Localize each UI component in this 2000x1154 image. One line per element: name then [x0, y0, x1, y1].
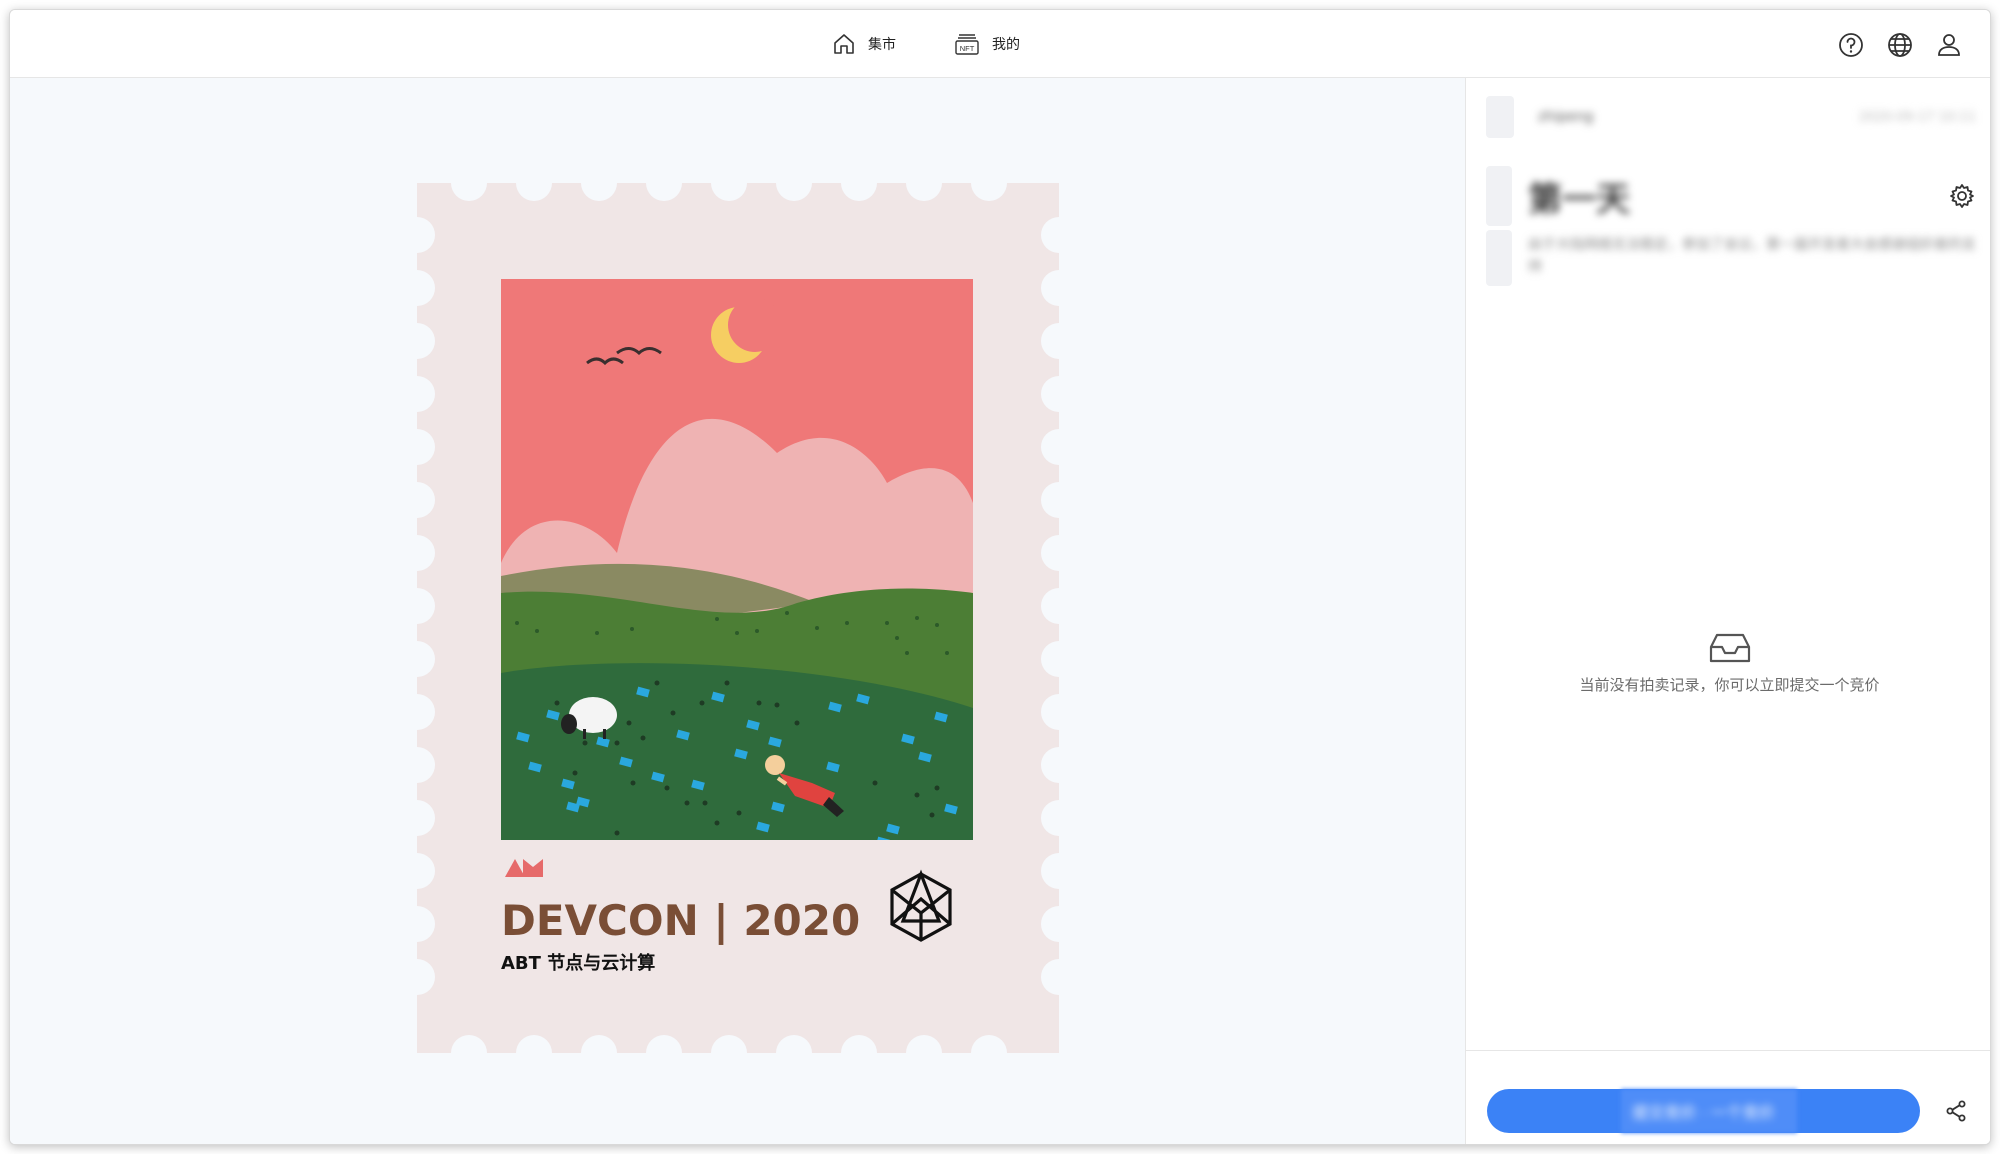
- help-icon[interactable]: [1837, 31, 1865, 59]
- sidebar-footer: 提交竞价 · 一个竞价: [1466, 1050, 1990, 1144]
- top-navigation-bar: 集市 NFT 我的: [10, 10, 1990, 78]
- artwork-subtitle: ABT 节点与云计算: [501, 952, 655, 974]
- place-bid-button[interactable]: 提交竞价 · 一个竞价: [1487, 1089, 1920, 1133]
- artwork-title: DEVCON | 2020: [501, 896, 860, 945]
- description-accent-bar: [1486, 230, 1512, 286]
- nft-title: 第一天: [1528, 179, 1630, 220]
- nav-mine-label: 我的: [992, 37, 1020, 53]
- home-icon: [834, 34, 854, 54]
- artwork-panel: AM DEVCON | 2020 ABT 节点与云计算: [10, 78, 1465, 1144]
- empty-auction-state: 当前没有拍卖记录，你可以立即提交一个竞价: [1466, 632, 1990, 695]
- title-accent-bar: [1486, 166, 1512, 226]
- nav-market-label: 集市: [868, 37, 896, 53]
- app-window: 集市 NFT 我的 AM DEVCON | 2020 ABT 节点与云计算 zh…: [9, 9, 1991, 1145]
- nft-title-row: 第一天: [1486, 166, 1976, 226]
- empty-auction-text: 当前没有拍卖记录，你可以立即提交一个竞价: [1579, 676, 1880, 694]
- nft-badge-text: NFT: [960, 44, 975, 53]
- nft-description: 由于大陆网络无法稳定，参加了会议，第一届开发者大会感谢组织者的支持: [1528, 237, 1976, 275]
- owner-row: zhipeng 2020-09-17 10:11: [1486, 96, 1976, 138]
- stamp-scene: [501, 279, 973, 840]
- user-icon[interactable]: [1935, 31, 1963, 59]
- globe-icon[interactable]: [1886, 31, 1914, 59]
- inbox-icon: [1709, 633, 1750, 663]
- owner-date: 2020-09-17 10:11: [1858, 109, 1976, 125]
- bid-button-label: 提交竞价 · 一个竞价: [1632, 1105, 1775, 1122]
- auction-sidebar: zhipeng 2020-09-17 10:11 第一天 由于大陆网络无法稳定，…: [1465, 78, 1990, 1144]
- nav-market[interactable]: 集市: [832, 10, 896, 78]
- nft-artwork-stamp: AM DEVCON | 2020 ABT 节点与云计算: [417, 183, 1059, 1053]
- nav-mine[interactable]: NFT 我的: [954, 10, 1020, 78]
- svg-text:AM: AM: [417, 183, 419, 184]
- nft-description-row: 由于大陆网络无法稳定，参加了会议，第一届开发者大会感谢组织者的支持: [1486, 230, 1982, 286]
- gear-icon[interactable]: [1948, 182, 1976, 210]
- owner-avatar: [1486, 96, 1514, 138]
- share-icon[interactable]: [1944, 1099, 1968, 1123]
- owner-name[interactable]: zhipeng: [1538, 109, 1593, 125]
- nft-icon: NFT: [955, 34, 979, 55]
